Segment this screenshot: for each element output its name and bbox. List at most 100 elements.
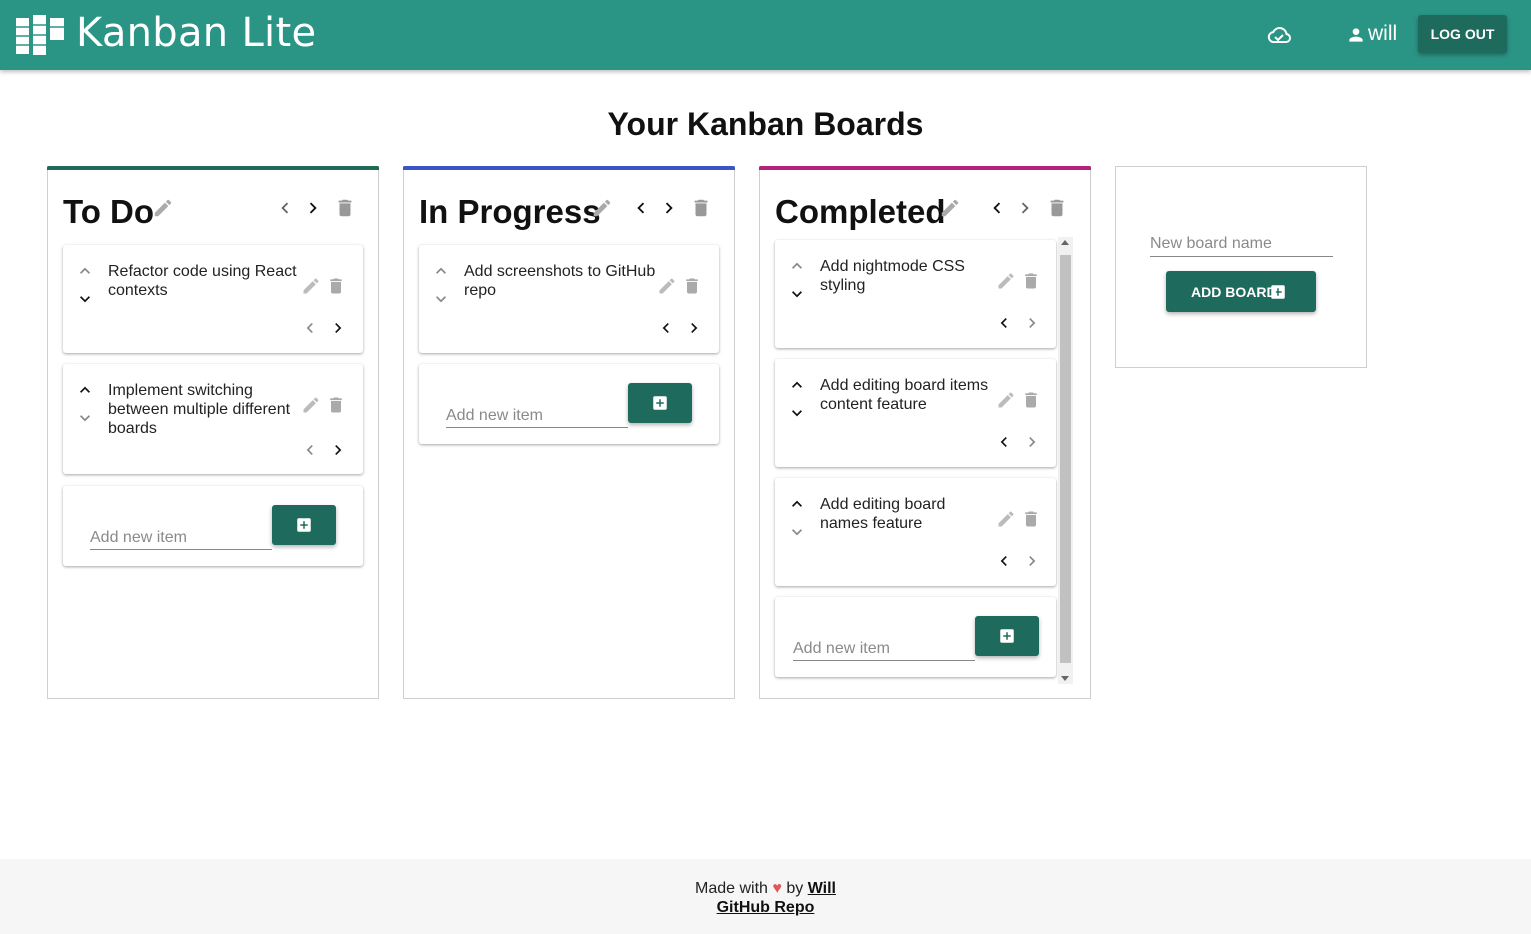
move-item-right-icon[interactable] [1022, 551, 1042, 571]
logout-button[interactable]: LOG OUT [1418, 15, 1507, 53]
move-board-right-icon[interactable] [302, 197, 324, 219]
footer-by: by [786, 880, 804, 897]
board-accent-bar [47, 166, 379, 170]
plus-box-icon [651, 394, 669, 412]
github-repo-link[interactable]: GitHub Repo [717, 899, 815, 916]
board-item-card: Refactor code using React contexts [63, 245, 363, 353]
edit-item-pencil-icon[interactable] [996, 390, 1016, 410]
edit-item-pencil-icon[interactable] [996, 509, 1016, 529]
add-item-button[interactable] [272, 505, 336, 545]
board-title: Completed [775, 193, 946, 230]
board-scrollbar[interactable] [1058, 237, 1073, 684]
delete-item-trash-icon[interactable] [326, 276, 346, 296]
moon-icon[interactable] [1311, 24, 1329, 46]
move-item-right-icon[interactable] [1022, 313, 1042, 333]
add-item-input[interactable] [90, 516, 272, 550]
delete-board-trash-icon[interactable] [334, 197, 356, 219]
move-board-right-icon[interactable] [658, 197, 680, 219]
move-item-left-icon[interactable] [994, 313, 1014, 333]
item-text: Add nightmode CSS styling [820, 258, 965, 294]
board-title: To Do [63, 193, 155, 230]
add-item-button[interactable] [628, 383, 692, 423]
kanban-logo-icon [16, 15, 64, 55]
scroll-down-arrow-icon[interactable] [1061, 676, 1069, 681]
heart-icon: ♥ [772, 880, 782, 897]
delete-board-trash-icon[interactable] [1046, 197, 1068, 219]
add-item-card [775, 597, 1056, 677]
chevron-down-icon[interactable] [75, 408, 95, 428]
move-item-right-icon[interactable] [328, 440, 348, 460]
delete-item-trash-icon[interactable] [1021, 271, 1041, 291]
move-board-left-icon[interactable] [630, 197, 652, 219]
chevron-down-icon[interactable] [787, 403, 807, 423]
item-text: Add editing board names feature [820, 496, 946, 532]
board-item-card: Add nightmode CSS styling [775, 240, 1056, 348]
plus-box-icon [1269, 283, 1287, 301]
delete-item-trash-icon[interactable] [682, 276, 702, 296]
edit-item-pencil-icon[interactable] [657, 276, 677, 296]
item-text: Add screenshots to GitHub repo [464, 263, 656, 299]
add-item-card [419, 364, 719, 444]
board-item-card: Implement switching between multiple dif… [63, 364, 363, 474]
add-board-button[interactable]: ADD BOARD [1166, 271, 1316, 312]
board-item-card: Add editing board names feature [775, 478, 1056, 586]
move-board-left-icon[interactable] [986, 197, 1008, 219]
move-item-left-icon[interactable] [656, 318, 676, 338]
move-item-left-icon[interactable] [300, 440, 320, 460]
add-board-label: ADD BOARD [1191, 284, 1277, 300]
user-icon [1349, 28, 1363, 42]
edit-board-pencil-icon[interactable] [152, 197, 174, 219]
delete-item-trash-icon[interactable] [1021, 390, 1041, 410]
chevron-down-icon[interactable] [787, 284, 807, 304]
board-completed: Completed Add nightmode CSS styling Add … [759, 166, 1091, 699]
chevron-up-icon[interactable] [75, 380, 95, 400]
chevron-down-icon[interactable] [431, 289, 451, 309]
move-item-right-icon[interactable] [1022, 432, 1042, 452]
edit-item-pencil-icon[interactable] [301, 395, 321, 415]
move-item-left-icon[interactable] [300, 318, 320, 338]
app-header: Kanban Lite will LOG OUT [0, 0, 1531, 70]
chevron-up-icon[interactable] [787, 256, 807, 276]
author-link[interactable]: Will [808, 880, 836, 897]
delete-item-trash-icon[interactable] [1021, 509, 1041, 529]
move-item-right-icon[interactable] [328, 318, 348, 338]
board-to-do: To Do Refactor code using React contexts… [47, 166, 379, 699]
delete-board-trash-icon[interactable] [690, 197, 712, 219]
move-board-left-icon[interactable] [274, 197, 296, 219]
delete-item-trash-icon[interactable] [326, 395, 346, 415]
board-accent-bar [759, 166, 1091, 170]
footer-repo: GitHub Repo [0, 899, 1531, 917]
board-in-progress: In Progress Add screenshots to GitHub re… [403, 166, 735, 699]
edit-item-pencil-icon[interactable] [301, 276, 321, 296]
add-item-card [63, 486, 363, 566]
add-item-input[interactable] [793, 627, 975, 661]
new-board-name-input[interactable] [1150, 223, 1333, 257]
board-title: In Progress [419, 193, 601, 230]
add-item-input[interactable] [446, 394, 628, 428]
move-item-left-icon[interactable] [994, 432, 1014, 452]
board-accent-bar [403, 166, 735, 170]
chevron-down-icon[interactable] [787, 522, 807, 542]
item-text: Implement switching between multiple dif… [108, 382, 291, 437]
add-item-button[interactable] [975, 616, 1039, 656]
footer-made-with: Made with [695, 880, 768, 897]
chevron-down-icon[interactable] [75, 289, 95, 309]
footer-credit: Made with ♥ by Will [0, 880, 1531, 898]
scroll-up-arrow-icon[interactable] [1061, 240, 1069, 245]
scrollbar-thumb[interactable] [1060, 255, 1071, 663]
page-title: Your Kanban Boards [607, 106, 924, 142]
chevron-up-icon[interactable] [787, 375, 807, 395]
board-item-card: Add screenshots to GitHub repo [419, 245, 719, 353]
move-board-right-icon[interactable] [1014, 197, 1036, 219]
edit-board-pencil-icon[interactable] [939, 197, 961, 219]
move-item-left-icon[interactable] [994, 551, 1014, 571]
item-text: Add editing board items content feature [820, 377, 989, 413]
chevron-up-icon[interactable] [431, 261, 451, 281]
cloud-sync-icon[interactable] [1266, 25, 1292, 45]
chevron-up-icon[interactable] [787, 494, 807, 514]
move-item-right-icon[interactable] [684, 318, 704, 338]
edit-board-pencil-icon[interactable] [591, 197, 613, 219]
edit-item-pencil-icon[interactable] [996, 271, 1016, 291]
chevron-up-icon[interactable] [75, 261, 95, 281]
board-item-card: Add editing board items content feature [775, 359, 1056, 467]
